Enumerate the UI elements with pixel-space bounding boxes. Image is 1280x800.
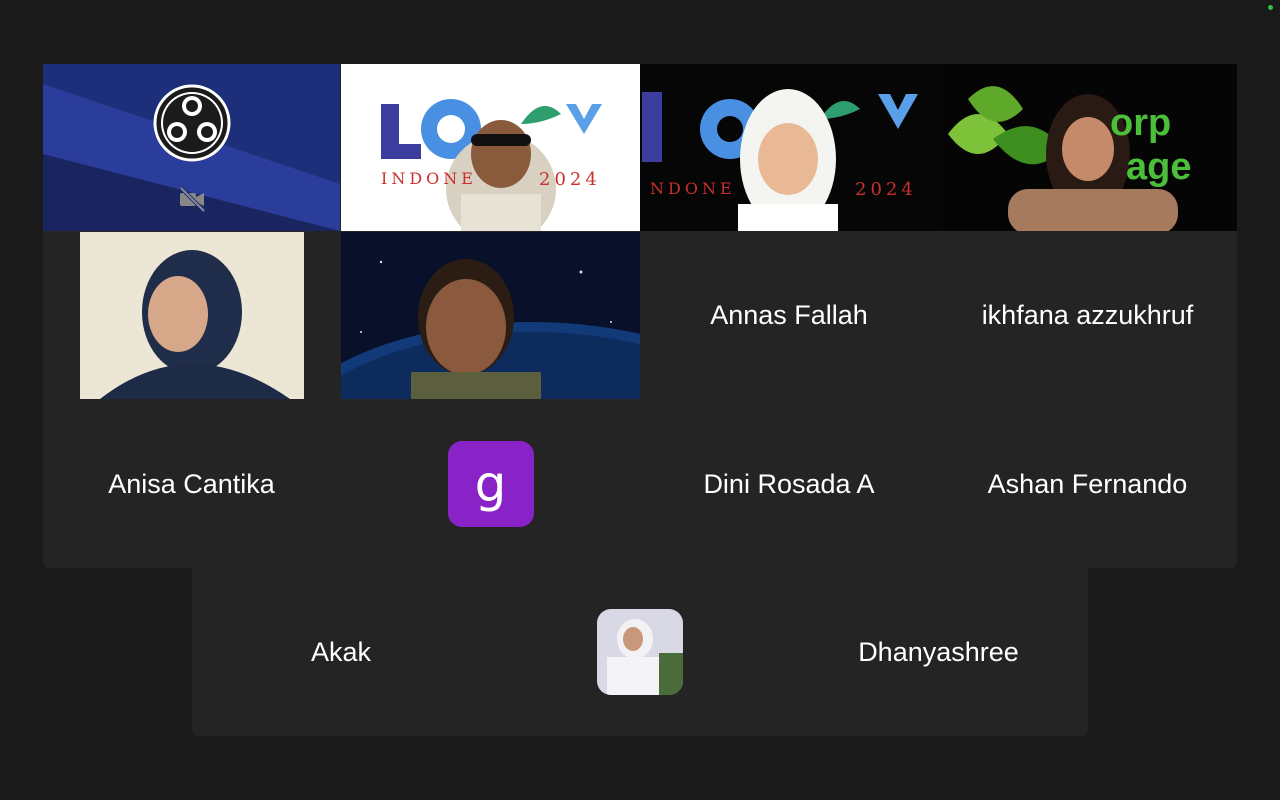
video-tile-loopy-speaker[interactable]: INDONE 2024: [341, 64, 640, 231]
loopy-banner: [341, 64, 640, 231]
video-tile-photo-avatar[interactable]: [490, 568, 789, 736]
avatar: g: [447, 441, 534, 527]
video-tile-anisa-cantika[interactable]: Anisa Cantika: [43, 400, 340, 568]
loopy-year-text-2: 2024: [855, 179, 917, 200]
video-tile-obs[interactable]: [43, 64, 340, 231]
camera-off-icon: [179, 186, 206, 213]
video-tile-akak[interactable]: Akak: [192, 568, 490, 736]
video-tile-dini-rosada[interactable]: Dini Rosada A: [640, 400, 938, 568]
participant-name: Annas Fallah: [710, 300, 868, 330]
video-tile-dhanyashree[interactable]: Dhanyashree: [789, 568, 1088, 736]
video-tile-hijab-2[interactable]: [43, 232, 340, 399]
loopy-banner-dark: [640, 64, 938, 231]
video-tile-loopy-hijab[interactable]: NDONE 2024: [640, 64, 938, 231]
video-tile-corp-age[interactable]: orp age: [938, 64, 1237, 231]
participant-name: Dhanyashree: [858, 636, 1019, 667]
participant-name: Dini Rosada A: [703, 468, 875, 499]
video-tile-ikhfana[interactable]: ikhfana azzukhruf: [938, 232, 1237, 399]
avatar: [596, 609, 683, 695]
loopy-year-text: 2024: [539, 169, 601, 190]
corp-age-banner: [938, 64, 1237, 231]
participant-name: Anisa Cantika: [108, 468, 275, 499]
video-tile-annas-fallah[interactable]: Annas Fallah: [640, 232, 938, 399]
avatar-initial: g: [474, 455, 507, 513]
participant-video: [80, 232, 304, 399]
participant-video-earth: [341, 232, 640, 399]
participant-name: ikhfana azzukhruf: [981, 300, 1194, 330]
recording-indicator-dot: [1268, 5, 1273, 10]
participant-name: Ashan Fernando: [987, 468, 1188, 499]
video-tile-g-avatar[interactable]: g: [341, 400, 640, 568]
video-tile-earth[interactable]: [341, 232, 640, 399]
loopy-country-text-2: NDONE: [650, 179, 736, 198]
loopy-country-text: INDONE: [381, 169, 477, 188]
age-text: age: [1126, 146, 1192, 188]
corp-text: orp: [1110, 102, 1172, 144]
avatar-photo: [596, 609, 683, 695]
participant-name: Akak: [310, 636, 372, 667]
video-tile-ashan-fernando[interactable]: Ashan Fernando: [938, 400, 1237, 568]
obs-logo-icon: [153, 84, 231, 162]
